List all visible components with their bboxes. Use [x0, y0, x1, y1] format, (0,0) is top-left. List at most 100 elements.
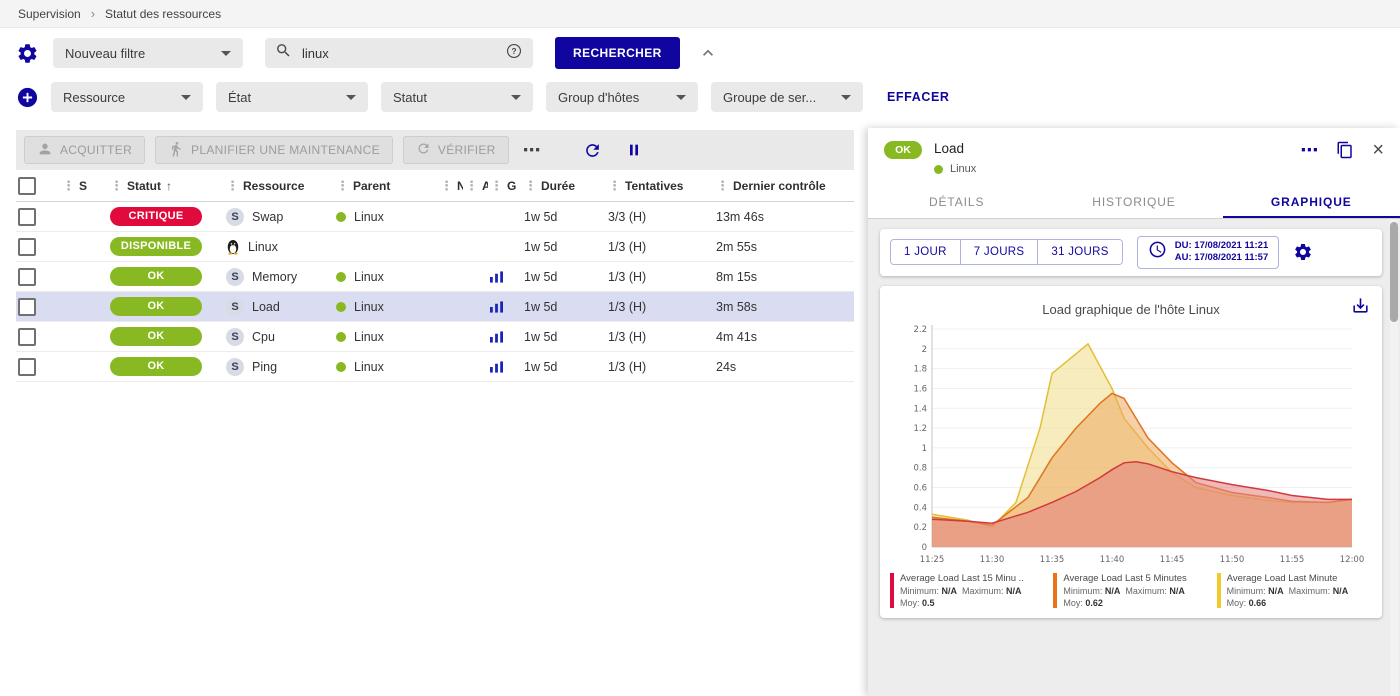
export-graph-download-icon[interactable] [1351, 296, 1370, 320]
filter-criteria-select[interactable]: Statut [381, 82, 533, 112]
column-header-s[interactable]: ⋮S [60, 170, 108, 202]
column-header-duree[interactable]: ⋮Durée [522, 170, 606, 202]
refresh-list-icon[interactable] [583, 141, 602, 160]
search-help-icon[interactable]: ? [505, 42, 523, 65]
row-checkbox[interactable] [18, 238, 36, 256]
tab-graphique[interactable]: GRAPHIQUE [1223, 184, 1400, 218]
graph-available-icon[interactable] [490, 361, 503, 373]
more-actions-button[interactable]: ⋯ [519, 145, 545, 155]
column-menu-icon[interactable]: ⋮ [336, 178, 349, 193]
column-menu-icon[interactable]: ⋮ [524, 178, 537, 193]
graph-available-icon[interactable] [490, 301, 503, 313]
graph-available-icon[interactable] [490, 271, 503, 283]
pause-autorefresh-icon[interactable] [626, 142, 642, 158]
collapse-filters-chevron-up-icon[interactable] [698, 43, 718, 63]
resource-name[interactable]: Linux [248, 240, 278, 254]
status-badge: CRITIQUE [110, 207, 202, 226]
legend-item[interactable]: Average Load Last MinuteMinimum: N/A Max… [1217, 573, 1372, 608]
resource-name[interactable]: Memory [252, 270, 297, 284]
clear-filters-link[interactable]: EFFACER [887, 90, 950, 104]
parent-name[interactable]: Linux [354, 210, 384, 224]
svg-text:1.8: 1.8 [913, 364, 927, 374]
column-header-tentatives[interactable]: ⋮Tentatives [606, 170, 714, 202]
panel-title: Load [934, 141, 976, 156]
add-criteria-plus-icon[interactable] [16, 86, 39, 109]
duration-cell: 1w 5d [522, 322, 606, 352]
check-button[interactable]: VÉRIFIER [403, 136, 509, 164]
table-row-linux[interactable]: DISPONIBLELinux1w 5d1/3 (H)2m 55s [16, 232, 854, 262]
column-header-statut[interactable]: ⋮Statut↑ [108, 170, 224, 202]
search-box[interactable]: ? [265, 38, 533, 68]
graph-available-icon[interactable] [490, 331, 503, 343]
resource-name[interactable]: Swap [252, 210, 283, 224]
column-menu-icon[interactable]: ⋮ [608, 178, 621, 193]
table-row-ping[interactable]: OKSPingLinux1w 5d1/3 (H)24s [16, 352, 854, 382]
range-button-1-jour[interactable]: 1 JOUR [891, 240, 960, 264]
parent-status-dot [336, 302, 346, 312]
filter-criteria-select[interactable]: Group d'hôtes [546, 82, 698, 112]
panel-tabs: DÉTAILSHISTORIQUEGRAPHIQUE [868, 184, 1400, 219]
table-row-load[interactable]: OKSLoadLinux1w 5d1/3 (H)3m 58s [16, 292, 854, 322]
svg-text:?: ? [511, 47, 516, 56]
row-checkbox[interactable] [18, 208, 36, 226]
column-header-a[interactable]: ⋮A [463, 170, 488, 202]
resource-name[interactable]: Ping [252, 360, 277, 374]
table-row-memory[interactable]: OKSMemoryLinux1w 5d1/3 (H)8m 15s [16, 262, 854, 292]
column-menu-icon[interactable]: ⋮ [62, 178, 75, 193]
column-header-parent[interactable]: ⋮Parent [334, 170, 438, 202]
select-all-checkbox[interactable] [18, 177, 36, 195]
row-checkbox[interactable] [18, 328, 36, 346]
load-area-chart[interactable]: 00.20.40.60.811.21.41.61.822.211:2511:30… [896, 319, 1366, 569]
column-header-dernier[interactable]: ⋮Dernier contrôle [714, 170, 854, 202]
tab-details[interactable]: DÉTAILS [868, 184, 1045, 218]
resource-name[interactable]: Cpu [252, 330, 275, 344]
downtime-button[interactable]: PLANIFIER UNE MAINTENANCE [155, 136, 393, 164]
legend-item[interactable]: Average Load Last 15 Minu ..Minimum: N/A… [890, 573, 1045, 608]
filter-criteria-select[interactable]: État [216, 82, 368, 112]
tab-historique[interactable]: HISTORIQUE [1045, 184, 1222, 218]
column-menu-icon[interactable]: ⋮ [440, 178, 453, 193]
row-checkbox[interactable] [18, 358, 36, 376]
tries-cell: 1/3 (H) [606, 352, 714, 382]
parent-name[interactable]: Linux [354, 270, 384, 284]
row-checkbox[interactable] [18, 298, 36, 316]
range-button-7-jours[interactable]: 7 JOURS [960, 240, 1038, 264]
column-menu-icon[interactable]: ⋮ [465, 178, 478, 193]
column-menu-icon[interactable]: ⋮ [226, 178, 239, 193]
panel-scrollbar-thumb[interactable] [1390, 222, 1398, 322]
custom-period-box[interactable]: DU: 17/08/2021 11:21 AU: 17/08/2021 11:5… [1137, 236, 1280, 269]
saved-filter-select[interactable]: Nouveau filtre [53, 38, 243, 68]
column-menu-icon[interactable]: ⋮ [490, 178, 503, 193]
row-checkbox[interactable] [18, 268, 36, 286]
search-input[interactable] [300, 45, 497, 62]
copy-link-icon[interactable] [1336, 141, 1354, 159]
graph-settings-gear-icon[interactable] [1293, 242, 1313, 262]
table-row-swap[interactable]: CRITIQUESSwapLinux1w 5d3/3 (H)13m 46s [16, 202, 854, 232]
table-row-cpu[interactable]: OKSCpuLinux1w 5d1/3 (H)4m 41s [16, 322, 854, 352]
parent-name[interactable]: Linux [354, 330, 384, 344]
filter-criteria-select[interactable]: Groupe de ser... [711, 82, 863, 112]
column-menu-icon[interactable]: ⋮ [110, 178, 123, 193]
acknowledge-button[interactable]: ACQUITTER [24, 136, 145, 164]
parent-name[interactable]: Linux [354, 300, 384, 314]
resources-panel: ACQUITTER PLANIFIER UNE MAINTENANCE VÉRI… [16, 130, 854, 382]
resource-name[interactable]: Load [252, 300, 280, 314]
svg-text:11:30: 11:30 [980, 555, 1005, 565]
panel-more-actions-icon[interactable]: ⋯ [1300, 144, 1318, 156]
filter-settings-gear-icon[interactable] [16, 42, 39, 65]
column-header-ressource[interactable]: ⋮Ressource [224, 170, 334, 202]
range-button-31-jours[interactable]: 31 JOURS [1037, 240, 1121, 264]
tries-cell: 3/3 (H) [606, 202, 714, 232]
column-header-g[interactable]: ⋮G [488, 170, 522, 202]
column-header-n[interactable]: ⋮N [438, 170, 463, 202]
svg-text:12:00: 12:00 [1340, 555, 1365, 565]
parent-name[interactable]: Linux [354, 360, 384, 374]
panel-scrollbar[interactable] [1390, 219, 1398, 696]
column-menu-icon[interactable]: ⋮ [716, 178, 729, 193]
filter-criteria-select[interactable]: Ressource [51, 82, 203, 112]
close-panel-icon[interactable]: × [1372, 142, 1384, 158]
legend-item[interactable]: Average Load Last 5 MinutesMinimum: N/A … [1053, 573, 1208, 608]
breadcrumb-section[interactable]: Supervision [18, 7, 81, 21]
search-button[interactable]: RECHERCHER [555, 37, 680, 69]
last-check-cell: 3m 58s [714, 292, 854, 322]
